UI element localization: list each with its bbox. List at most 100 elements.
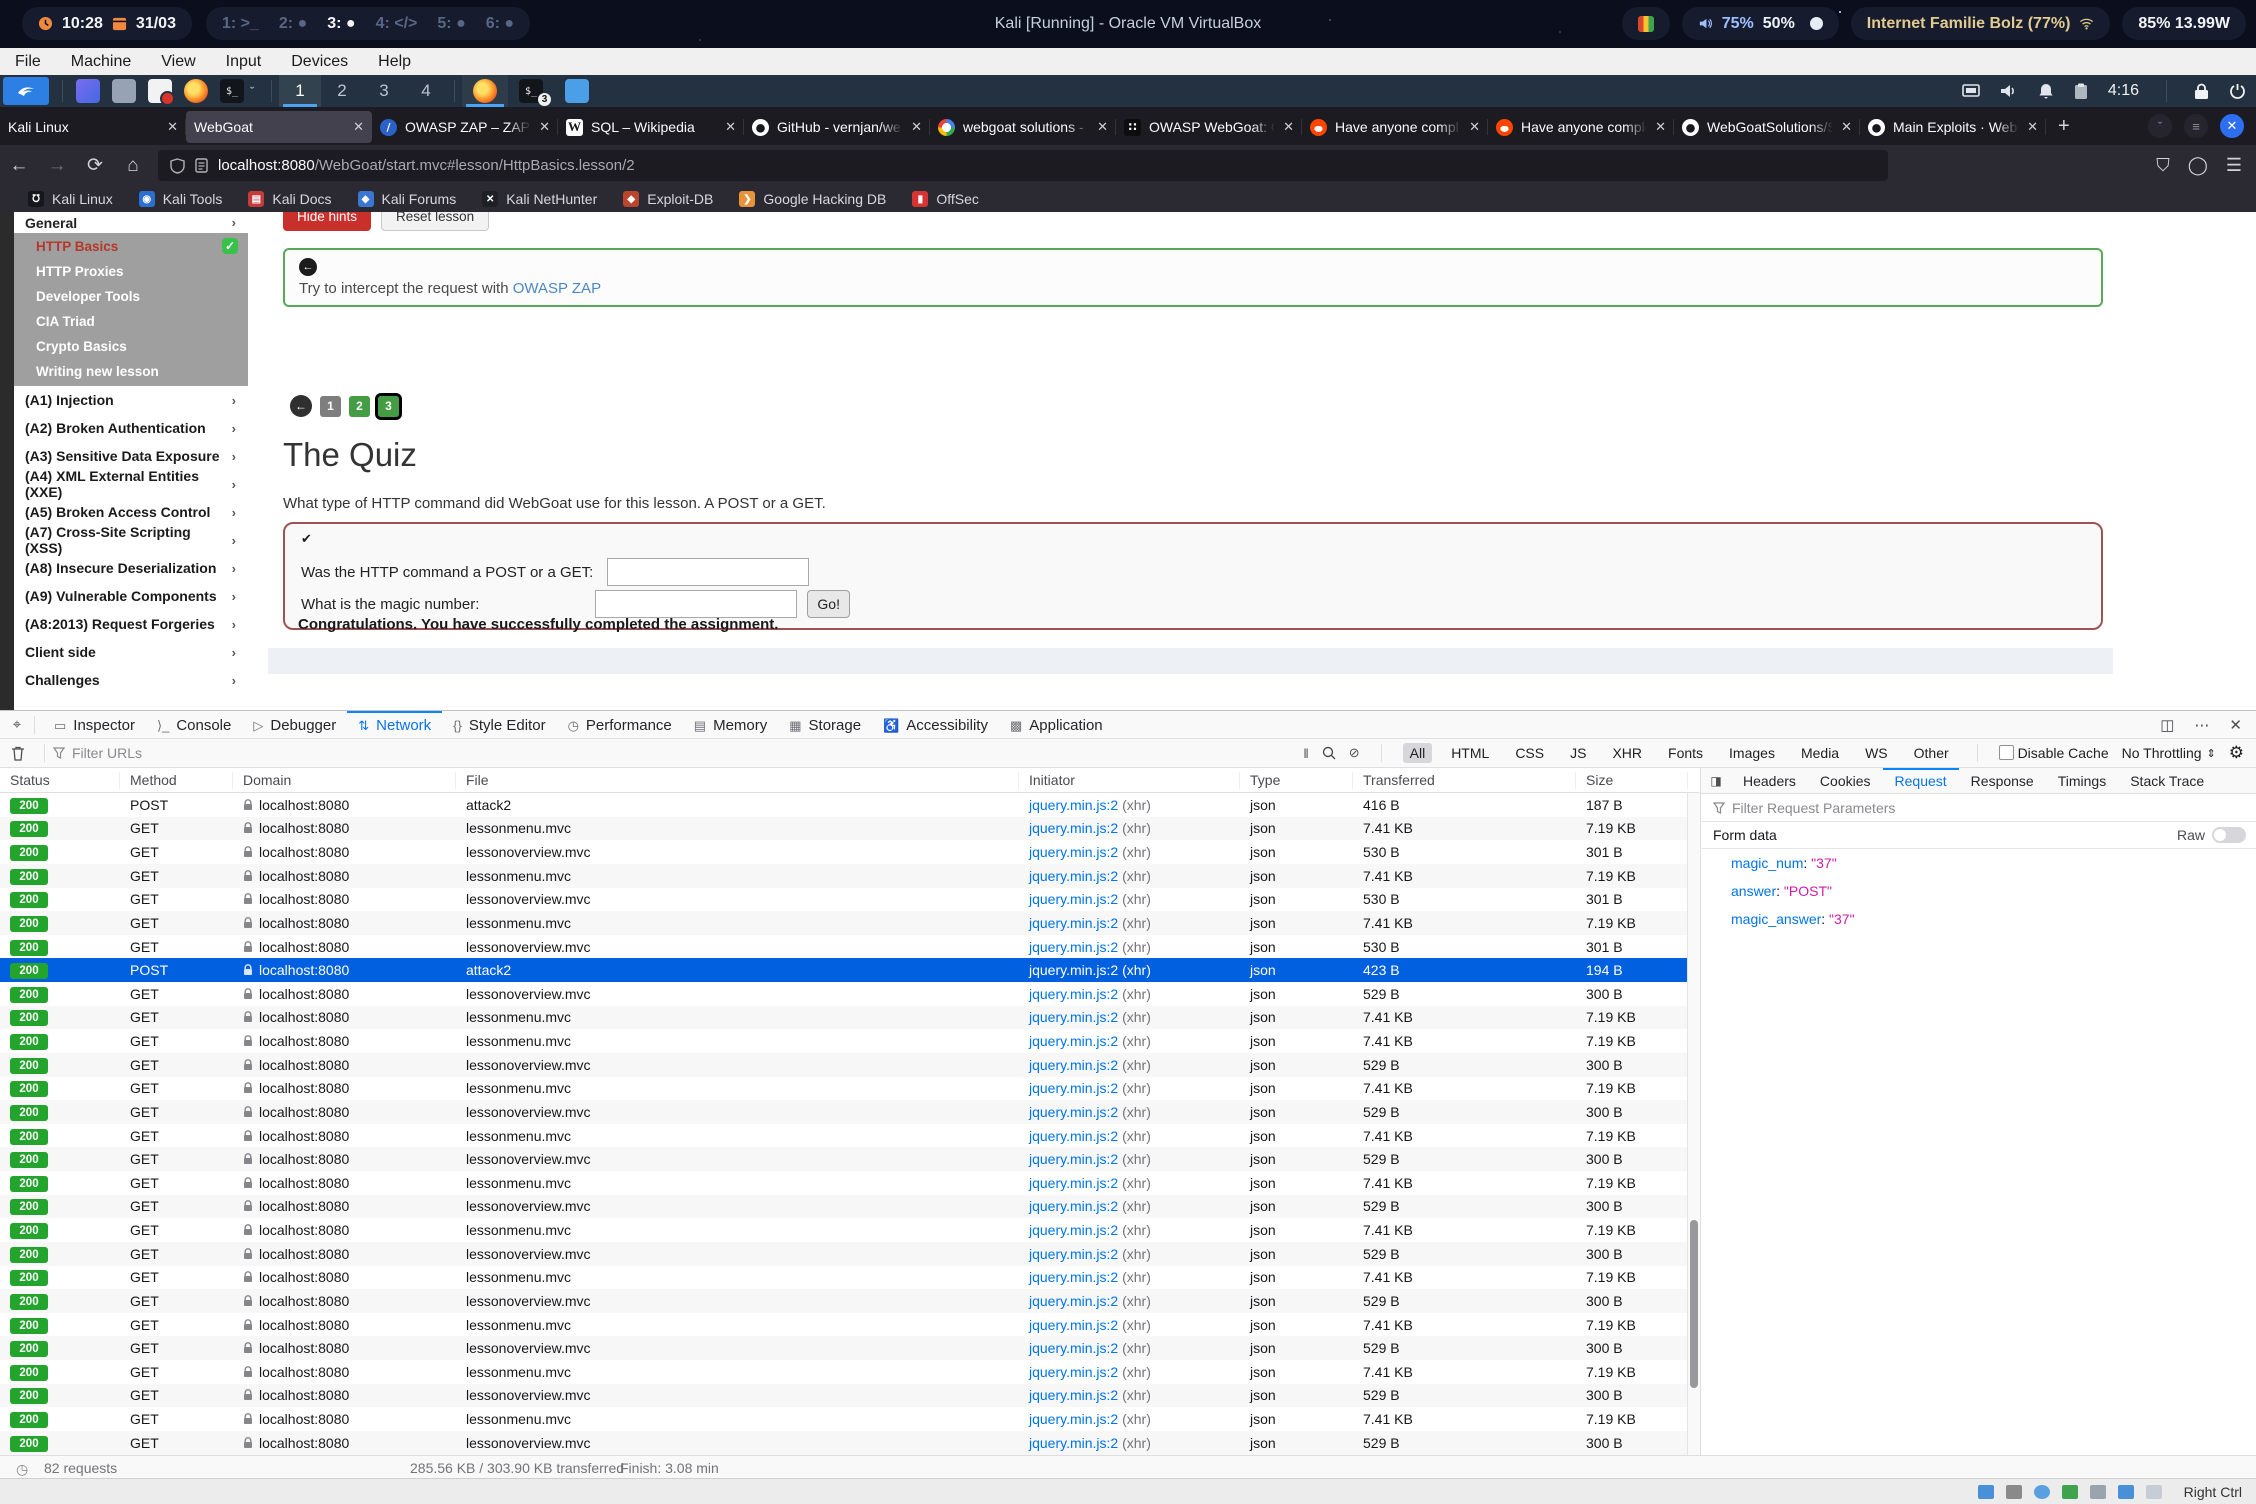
type-filter-images[interactable]: Images bbox=[1722, 743, 1782, 763]
vbox-menu-machine[interactable]: Machine bbox=[56, 53, 146, 71]
tab-close-icon[interactable]: ✕ bbox=[911, 119, 922, 135]
tab-close-icon[interactable]: ✕ bbox=[1655, 119, 1666, 135]
new-tab-button[interactable]: + bbox=[2058, 115, 2070, 138]
sidebar-item--a5-broken-access-control[interactable]: (A5) Broken Access Control› bbox=[14, 498, 248, 526]
page-button-1[interactable]: 1 bbox=[320, 396, 341, 417]
lock-screen-icon[interactable] bbox=[2194, 83, 2209, 100]
table-row[interactable]: 200GETlocalhost:8080lessonoverview.mvcjq… bbox=[0, 888, 1700, 912]
sidebar-item-general[interactable]: General› bbox=[14, 212, 248, 233]
table-row[interactable]: 200POSTlocalhost:8080attack2jquery.min.j… bbox=[0, 958, 1700, 982]
devtools-tab-application[interactable]: ▩Application bbox=[999, 711, 1114, 738]
initiator-link[interactable]: jquery.min.js:2 bbox=[1029, 1340, 1118, 1356]
devtools-tab-inspector[interactable]: ▭Inspector bbox=[43, 711, 146, 738]
window-manager-icon[interactable] bbox=[76, 79, 100, 103]
initiator-link[interactable]: jquery.min.js:2 bbox=[1029, 844, 1118, 860]
pick-element-icon[interactable]: ⌖ bbox=[0, 716, 34, 733]
browser-tab-3[interactable]: /OWASP ZAP – ZAP in✕ bbox=[372, 111, 558, 143]
table-row[interactable]: 200GETlocalhost:8080lessonmenu.mvcjquery… bbox=[0, 864, 1700, 888]
table-row[interactable]: 200GETlocalhost:8080lessonmenu.mvcjquery… bbox=[0, 1029, 1700, 1053]
back-button[interactable]: ← bbox=[0, 155, 38, 177]
filter-request-parameters-input[interactable]: Filter Request Parameters bbox=[1701, 794, 2256, 822]
type-filter-html[interactable]: HTML bbox=[1444, 743, 1496, 763]
table-row[interactable]: 200GETlocalhost:8080lessonmenu.mvcjquery… bbox=[0, 1006, 1700, 1030]
table-row[interactable]: 200POSTlocalhost:8080attack2jquery.min.j… bbox=[0, 793, 1700, 817]
taskbar-window-firefox[interactable] bbox=[462, 75, 508, 107]
terminal-launcher-icon[interactable]: $_ bbox=[220, 79, 244, 103]
type-filter-fonts[interactable]: Fonts bbox=[1661, 743, 1710, 763]
vbox-menu-devices[interactable]: Devices bbox=[276, 53, 363, 71]
initiator-link[interactable]: jquery.min.js:2 bbox=[1029, 1364, 1118, 1380]
hide-hints-button[interactable]: Hide hints bbox=[283, 212, 371, 231]
initiator-link[interactable]: jquery.min.js:2 bbox=[1029, 1128, 1118, 1144]
host-audio-widget[interactable]: 75% 50% bbox=[1682, 7, 1839, 40]
bookmark-exploit-db[interactable]: ◆Exploit-DB bbox=[623, 191, 713, 207]
page-button-2[interactable]: 2 bbox=[349, 396, 370, 417]
split-panel-icon[interactable]: ◨ bbox=[1701, 774, 1731, 788]
taskbar-window-terminal[interactable]: $_ 3 bbox=[508, 75, 554, 107]
initiator-link[interactable]: jquery.min.js:2 bbox=[1029, 1057, 1118, 1073]
sidebar-item--a2-broken-authentication[interactable]: (A2) Broken Authentication› bbox=[14, 414, 248, 442]
initiator-link[interactable]: jquery.min.js:2 bbox=[1029, 1222, 1118, 1238]
scrollbar-thumb[interactable] bbox=[1690, 1220, 1698, 1388]
kali-menu-button[interactable] bbox=[3, 77, 49, 105]
initiator-link[interactable]: jquery.min.js:2 bbox=[1029, 797, 1118, 813]
sidebar-item--a7-cross-site-scripting-xss-[interactable]: (A7) Cross-Site Scripting (XSS)› bbox=[14, 526, 248, 554]
initiator-link[interactable]: jquery.min.js:2 bbox=[1029, 868, 1118, 884]
table-row[interactable]: 200GETlocalhost:8080lessonoverview.mvcjq… bbox=[0, 1336, 1700, 1360]
tab-close-icon[interactable]: ✕ bbox=[167, 119, 178, 135]
sidebar-item--a8-2013-request-forgeries[interactable]: (A8:2013) Request Forgeries› bbox=[14, 610, 248, 638]
browser-tab-10[interactable]: WebGoatSolutions/S✕ bbox=[1674, 111, 1860, 143]
initiator-link[interactable]: jquery.min.js:2 bbox=[1029, 1175, 1118, 1191]
table-row[interactable]: 200GETlocalhost:8080lessonoverview.mvcjq… bbox=[0, 1195, 1700, 1219]
column-header-domain[interactable]: Domain bbox=[233, 772, 456, 789]
column-header-status[interactable]: Status bbox=[0, 772, 120, 789]
details-tab-request[interactable]: Request bbox=[1883, 768, 1959, 793]
table-row[interactable]: 200GETlocalhost:8080lessonoverview.mvcjq… bbox=[0, 1147, 1700, 1171]
url-bar[interactable]: localhost:8080/WebGoat/start.mvc#lesson/… bbox=[158, 150, 1888, 181]
tab-close-icon[interactable]: ✕ bbox=[353, 119, 364, 135]
hint-prev-arrow-icon[interactable]: ← bbox=[299, 258, 317, 276]
pause-requests-icon[interactable]: ‖ bbox=[1303, 746, 1308, 761]
initiator-link[interactable]: jquery.min.js:2 bbox=[1029, 1151, 1118, 1167]
column-header-type[interactable]: Type bbox=[1240, 772, 1353, 789]
notifications-tray-icon[interactable] bbox=[2038, 83, 2054, 100]
sidebar-item--a4-xml-external-entities-xxe-[interactable]: (A4) XML External Entities (XXE)› bbox=[14, 470, 248, 498]
text-editor-icon[interactable] bbox=[148, 79, 172, 103]
question1-input[interactable] bbox=[607, 558, 809, 586]
list-all-tabs-button[interactable]: ˇ bbox=[2148, 114, 2172, 138]
network-tray-icon[interactable] bbox=[1962, 84, 1980, 99]
sidebar-lesson-cia-triad[interactable]: CIA Triad bbox=[14, 309, 248, 334]
column-header-method[interactable]: Method bbox=[120, 772, 233, 789]
table-row[interactable]: 200GETlocalhost:8080lessonoverview.mvcjq… bbox=[0, 1384, 1700, 1408]
type-filter-media[interactable]: Media bbox=[1794, 743, 1846, 763]
bookmark-kali-nethunter[interactable]: ✕Kali NetHunter bbox=[482, 191, 597, 207]
launcher-dropdown-chevron[interactable]: ˇ bbox=[250, 84, 264, 99]
table-row[interactable]: 200GETlocalhost:8080lessonoverview.mvcjq… bbox=[0, 1431, 1700, 1455]
sidebar-item--a9-vulnerable-components[interactable]: (A9) Vulnerable Components› bbox=[14, 582, 248, 610]
column-header-file[interactable]: File bbox=[456, 772, 1019, 789]
question2-input[interactable] bbox=[595, 590, 797, 618]
devtools-meatball-menu-icon[interactable]: ⋯ bbox=[2194, 716, 2209, 734]
initiator-link[interactable]: jquery.min.js:2 bbox=[1029, 915, 1118, 931]
reload-button[interactable]: ⟳ bbox=[76, 154, 114, 177]
initiator-link[interactable]: jquery.min.js:2 bbox=[1029, 1198, 1118, 1214]
host-app-indicator[interactable] bbox=[1622, 7, 1670, 40]
initiator-link[interactable]: jquery.min.js:2 bbox=[1029, 939, 1118, 955]
initiator-link[interactable]: jquery.min.js:2 bbox=[1029, 1387, 1118, 1403]
browser-tab-2[interactable]: WebGoat✕ bbox=[186, 111, 372, 143]
initiator-link[interactable]: jquery.min.js:2 bbox=[1029, 1080, 1118, 1096]
sidebar-item--a1-injection[interactable]: (A1) Injection› bbox=[14, 386, 248, 414]
browser-tab-4[interactable]: WSQL – Wikipedia✕ bbox=[558, 111, 744, 143]
details-tab-cookies[interactable]: Cookies bbox=[1808, 768, 1883, 793]
initiator-link[interactable]: jquery.min.js:2 bbox=[1029, 1317, 1118, 1333]
bookmark-kali-forums[interactable]: ◆Kali Forums bbox=[358, 191, 457, 207]
table-row[interactable]: 200GETlocalhost:8080lessonoverview.mvcjq… bbox=[0, 1289, 1700, 1313]
vbox-menu-help[interactable]: Help bbox=[363, 53, 426, 71]
initiator-link[interactable]: jquery.min.js:2 bbox=[1029, 1269, 1118, 1285]
tab-close-icon[interactable]: ✕ bbox=[539, 119, 550, 135]
bookmark-kali-docs[interactable]: ▤Kali Docs bbox=[248, 191, 331, 207]
sidebar-lesson-crypto-basics[interactable]: Crypto Basics bbox=[14, 334, 248, 359]
sidebar-lesson-writing-new-lesson[interactable]: Writing new lesson bbox=[14, 359, 248, 384]
table-row[interactable]: 200GETlocalhost:8080lessonmenu.mvcjquery… bbox=[0, 1218, 1700, 1242]
vbox-menu-file[interactable]: File bbox=[0, 53, 56, 71]
